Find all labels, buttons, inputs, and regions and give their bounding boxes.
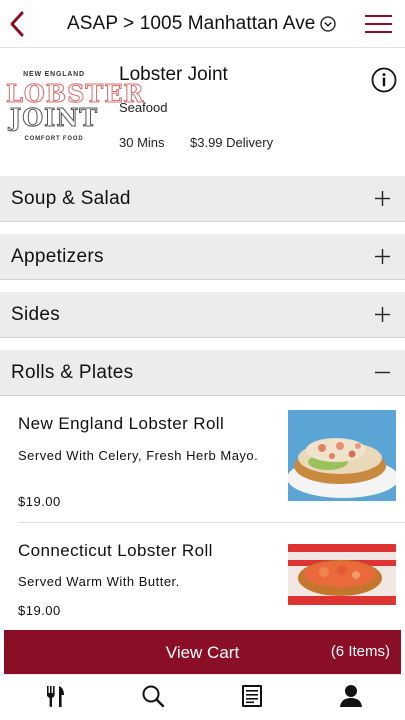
logo-bottom-line: COMFORT FOOD xyxy=(24,136,84,142)
back-button[interactable] xyxy=(6,8,32,40)
category-rolls-plates[interactable]: Rolls & Plates xyxy=(0,350,405,396)
menu-item-description: Served Warm With Butter. xyxy=(18,574,180,589)
lobster-roll-photo xyxy=(288,410,396,501)
minus-icon xyxy=(375,371,390,374)
menu-item-price: $19.00 xyxy=(18,494,61,509)
search-icon xyxy=(142,685,165,708)
menu-item-description: Served With Celery, Fresh Herb Mayo. xyxy=(18,448,259,463)
tab-search[interactable] xyxy=(139,682,167,710)
menu-item[interactable]: Connecticut Lobster Roll Served Warm Wit… xyxy=(0,523,405,629)
utensils-icon xyxy=(47,686,64,707)
delivery-fee: $3.99 Delivery xyxy=(190,135,274,150)
restaurant-logo: NEW ENGLAND LOBSTER JOINT COMFORT FOOD xyxy=(6,68,145,152)
category-label: Rolls & Plates xyxy=(11,362,134,383)
plus-icon xyxy=(375,191,390,206)
delivery-address-text: ASAP > 1005 Manhattan Ave xyxy=(67,13,316,34)
chevron-left-icon xyxy=(10,11,24,37)
menu-item-photo xyxy=(288,544,396,605)
restaurant-name: Lobster Joint xyxy=(119,64,228,85)
menu-item-name: New England Lobster Roll xyxy=(18,414,225,433)
chevron-down-circle-icon xyxy=(320,16,337,32)
view-cart-button[interactable]: View Cart (6 Items) xyxy=(4,630,401,674)
user-icon xyxy=(340,685,362,707)
lobster-roll-photo xyxy=(288,544,396,605)
cart-item-count: (6 Items) xyxy=(330,643,390,660)
hamburger-menu-icon xyxy=(365,15,392,33)
category-label: Soup & Salad xyxy=(11,188,131,209)
logo-line2: JOINT xyxy=(9,103,99,132)
plus-icon xyxy=(375,307,390,322)
tab-restaurants[interactable] xyxy=(41,682,69,710)
category-appetizers[interactable]: Appetizers xyxy=(0,234,405,280)
category-label: Appetizers xyxy=(11,246,104,267)
top-header: ASAP > 1005 Manhattan Ave xyxy=(0,0,405,48)
category-soup-salad[interactable]: Soup & Salad xyxy=(0,176,405,222)
menu-item-price: $19.00 xyxy=(18,603,61,618)
delivery-time: 30 Mins xyxy=(119,135,165,150)
tab-account[interactable] xyxy=(337,682,365,710)
logo-top-line: NEW ENGLAND xyxy=(23,71,85,78)
restaurant-info: NEW ENGLAND LOBSTER JOINT COMFORT FOOD L… xyxy=(0,48,405,176)
category-label: Sides xyxy=(11,304,61,325)
menu-item[interactable]: New England Lobster Roll Served With Cel… xyxy=(0,396,405,522)
bottom-tab-bar xyxy=(0,674,405,720)
delivery-address-selector[interactable]: ASAP > 1005 Manhattan Ave xyxy=(67,12,337,36)
plus-icon xyxy=(375,249,390,264)
info-icon xyxy=(371,67,397,93)
restaurant-cuisine: Seafood xyxy=(119,100,168,115)
menu-item-name: Connecticut Lobster Roll xyxy=(18,541,213,560)
menu-item-photo xyxy=(288,410,396,501)
restaurant-info-button[interactable] xyxy=(371,67,397,93)
tab-orders[interactable] xyxy=(238,682,266,710)
hamburger-menu-button[interactable] xyxy=(365,14,392,34)
menu-book-icon xyxy=(242,685,262,707)
category-sides[interactable]: Sides xyxy=(0,292,405,338)
